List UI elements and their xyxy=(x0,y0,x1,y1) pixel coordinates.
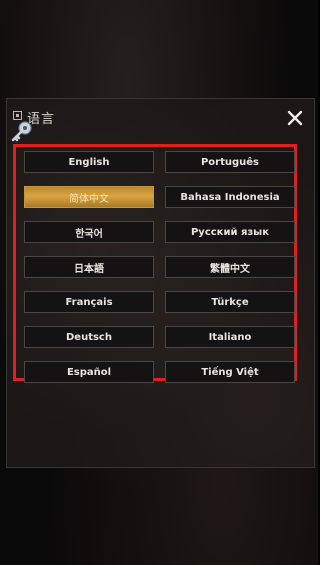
language-option-button[interactable]: Bahasa Indonesia xyxy=(165,186,295,208)
language-option-label: Bahasa Indonesia xyxy=(180,191,280,203)
language-option-label: Español xyxy=(66,366,112,378)
language-option-button[interactable]: Tiếng Việt xyxy=(165,361,295,383)
language-option-button[interactable]: Português xyxy=(165,151,295,173)
language-option-button[interactable]: Русский язык xyxy=(165,221,295,243)
language-option-button[interactable]: Deutsch xyxy=(24,326,154,348)
language-option-label: Türkçe xyxy=(211,296,249,308)
language-option-label: Português xyxy=(200,156,260,168)
close-icon[interactable] xyxy=(286,109,304,127)
language-option-label: 日本語 xyxy=(74,263,104,275)
language-option-button[interactable]: Türkçe xyxy=(165,291,295,313)
language-option-label: 한국어 xyxy=(75,228,103,240)
key-icon xyxy=(11,121,32,142)
language-option-label: 繁體中文 xyxy=(210,263,250,275)
language-option-button[interactable]: 한국어 xyxy=(24,221,154,243)
language-option-label: Русский язык xyxy=(190,226,270,238)
language-option-button[interactable]: 日本語 xyxy=(24,256,154,278)
language-option-button[interactable]: Italiano xyxy=(165,326,295,348)
language-option-label: Italiano xyxy=(208,331,252,343)
language-option-button[interactable]: 简体中文 xyxy=(24,186,154,208)
language-option-label: Français xyxy=(65,296,113,308)
language-option-label: 简体中文 xyxy=(69,193,109,205)
language-option-label: English xyxy=(68,156,110,168)
language-option-button[interactable]: English xyxy=(24,151,154,173)
language-option-label: Tiếng Việt xyxy=(201,366,259,378)
language-option-button[interactable]: Français xyxy=(24,291,154,313)
language-option-button[interactable]: 繁體中文 xyxy=(165,256,295,278)
language-option-button[interactable]: Español xyxy=(24,361,154,383)
language-option-label: Deutsch xyxy=(66,331,112,343)
